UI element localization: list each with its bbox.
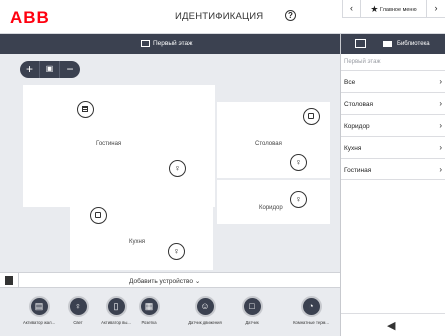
library-item-label: Все: [344, 79, 356, 86]
room-living[interactable]: Гостиная ♀: [23, 85, 215, 207]
library-title: Библиотека: [397, 41, 430, 47]
device-type-label: Датчик движения: [188, 320, 222, 325]
device-type-label: Комнатные терм...: [293, 320, 329, 325]
zoom-in-button[interactable]: +: [20, 61, 40, 78]
back-arrow-icon[interactable]: ◀: [387, 319, 395, 332]
main-menu-button[interactable]: ★ Главное меню: [361, 0, 427, 17]
thermostat-icon: ◔: [300, 296, 322, 317]
library-item-label: Кухня: [344, 145, 362, 152]
room-label: Кухня: [129, 239, 146, 245]
device-type-strip: ▤ Активатор жал... ♀ Свет ▯ Активатор вы…: [0, 289, 340, 336]
nav-prev-button[interactable]: ‹: [343, 0, 361, 18]
library-item-corridor[interactable]: Коридор ›: [341, 114, 445, 136]
floor-header[interactable]: Первый этаж: [0, 34, 340, 54]
chevron-right-icon: ›: [439, 77, 442, 86]
sensor-icon: □: [241, 296, 263, 317]
device-type-label: Датчик: [245, 320, 259, 325]
chevron-right-icon: ›: [439, 99, 442, 108]
library-icon: [383, 41, 392, 47]
library-header: Библиотека: [341, 34, 445, 54]
library-item-label: Гостиная: [344, 167, 372, 174]
blind-device-icon[interactable]: [77, 101, 94, 118]
floor-label: Первый этаж: [344, 59, 381, 65]
socket-icon: ▦: [138, 296, 160, 317]
device-type-motion-sensor[interactable]: ☺ Датчик движения: [180, 296, 230, 325]
panel-toggle-icon[interactable]: [355, 39, 366, 48]
room-kitchen[interactable]: Кухня ♀: [70, 201, 213, 270]
device-type-sensor[interactable]: □ Датчик: [227, 296, 277, 325]
zoom-controls: + ▣ −: [20, 61, 80, 78]
star-icon: ★: [370, 4, 379, 14]
room-label: Гостиная: [96, 141, 122, 147]
library-panel: Библиотека Первый этаж Все › Столовая › Ко…: [340, 34, 445, 336]
chevron-right-icon: ›: [439, 165, 442, 174]
blind-actuator-icon: ▤: [28, 296, 50, 317]
library-item-label: Коридор: [344, 123, 370, 130]
switch-device-icon[interactable]: [303, 108, 320, 125]
device-type-socket[interactable]: ▦ Розетка: [124, 296, 174, 325]
app-window: ABB ИДЕНТИФИКАЦИЯ ? ‹ ★ Главное меню › П…: [0, 0, 445, 336]
motion-sensor-icon: ☺: [194, 296, 216, 317]
library-item-kitchen[interactable]: Кухня ›: [341, 136, 445, 158]
room-corridor[interactable]: Коридор ♀: [217, 180, 330, 224]
device-type-thermostat[interactable]: ◔ Комнатные терм...: [286, 296, 336, 325]
fit-to-screen-button[interactable]: ▣: [40, 61, 60, 78]
lightbulb-icon[interactable]: ♀: [169, 160, 186, 177]
top-bar: ABB ИДЕНТИФИКАЦИЯ ? ‹ ★ Главное меню ›: [0, 0, 445, 34]
library-footer: ◀: [341, 313, 445, 336]
floor-name: Первый этаж: [153, 40, 193, 47]
library-item-living[interactable]: Гостиная ›: [341, 158, 445, 180]
library-item-all[interactable]: Все ›: [341, 70, 445, 92]
lightbulb-icon[interactable]: ♀: [290, 191, 307, 208]
divider: [18, 273, 19, 287]
add-device-button[interactable]: Добавить устройство ⌄: [129, 277, 200, 285]
chevron-right-icon: ›: [439, 121, 442, 130]
zoom-out-button[interactable]: −: [60, 61, 80, 78]
chevron-right-icon: ›: [439, 143, 442, 152]
page-title: ИДЕНТИФИКАЦИЯ: [175, 11, 264, 22]
main-menu-label: Главное меню: [380, 7, 417, 13]
light-icon: ♀: [67, 296, 89, 317]
help-icon[interactable]: ?: [285, 10, 296, 21]
library-item-dining[interactable]: Столовая ›: [341, 92, 445, 114]
room-dining[interactable]: Столовая ♀: [217, 102, 330, 178]
floorplan-icon: [141, 40, 150, 47]
nav-next-button[interactable]: ›: [427, 0, 445, 18]
top-navigation: ‹ ★ Главное меню ›: [342, 0, 445, 18]
home-icon[interactable]: [5, 276, 13, 285]
add-device-bar: Добавить устройство ⌄: [0, 272, 340, 288]
abb-logo: ABB: [10, 8, 50, 27]
switch-device-icon[interactable]: [90, 207, 107, 224]
device-type-label: Розетка: [141, 320, 157, 325]
lightbulb-icon[interactable]: ♀: [168, 243, 185, 260]
room-label: Столовая: [255, 141, 282, 147]
lightbulb-icon[interactable]: ♀: [290, 154, 307, 171]
floorplan-canvas[interactable]: Гостиная ♀ Столовая ♀ Коридор ♀ Кухня ♀ …: [0, 54, 340, 272]
library-item-label: Столовая: [344, 101, 374, 108]
room-label: Коридор: [259, 205, 283, 211]
